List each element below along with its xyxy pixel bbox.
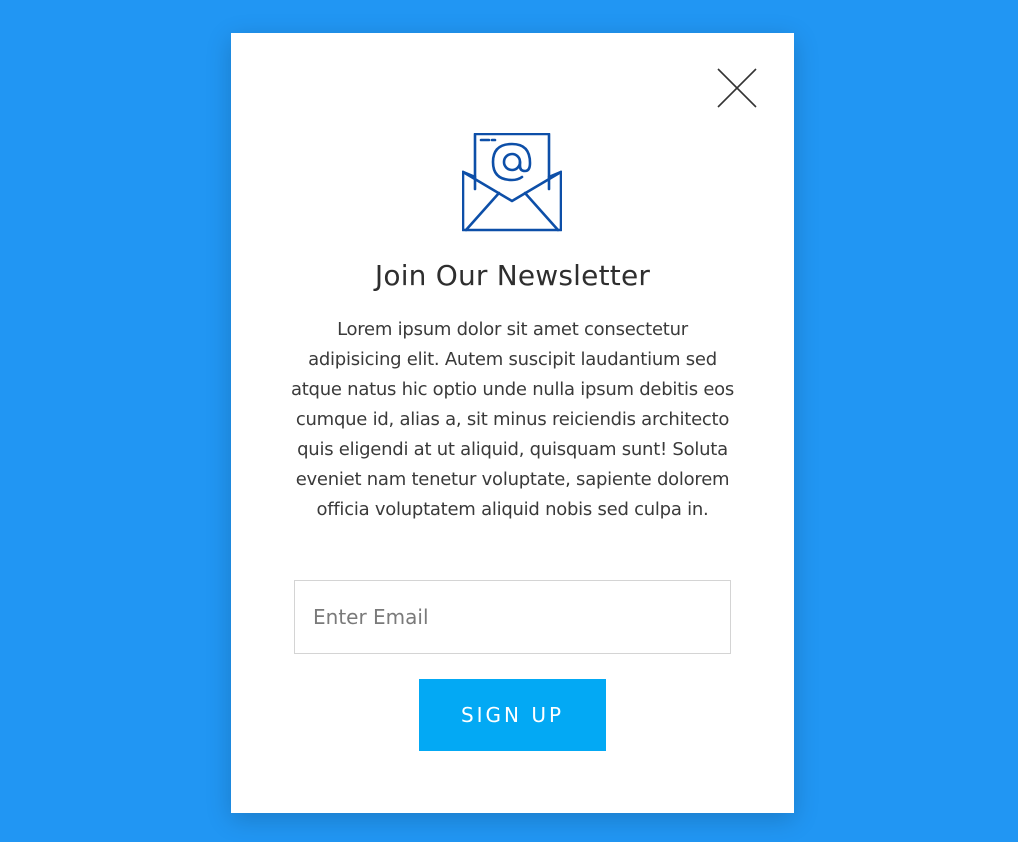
modal-title: Join Our Newsletter (374, 259, 651, 292)
modal-description: Lorem ipsum dolor sit amet consectetur a… (290, 319, 735, 520)
email-input[interactable] (294, 580, 731, 654)
close-button[interactable] (717, 68, 757, 108)
envelope-at-icon (462, 133, 562, 233)
close-icon (717, 68, 757, 108)
newsletter-modal: Join Our Newsletter Lorem ipsum dolor si… (231, 33, 794, 813)
sign-up-button[interactable]: SIGN UP (419, 679, 606, 751)
